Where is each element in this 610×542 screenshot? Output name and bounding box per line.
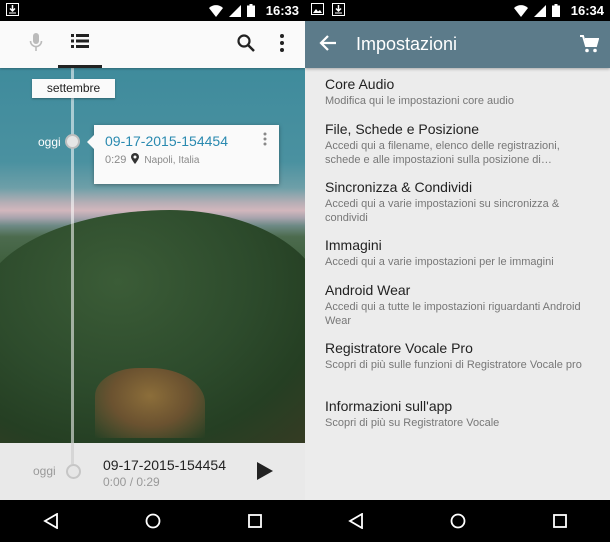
- settings-item-subtitle: Accedi qui a tutte le impostazioni rigua…: [325, 301, 581, 327]
- settings-item-core-audio[interactable]: Core Audio Modifica qui le impostazioni …: [325, 76, 595, 108]
- nav-recents-icon[interactable]: [247, 514, 262, 528]
- app-toolbar: [0, 21, 305, 68]
- recording-location: Napoli, Italia: [144, 154, 200, 166]
- play-icon: [256, 462, 274, 485]
- recording-card[interactable]: 09-17-2015-154454 0:29 Napoli, Italia: [87, 125, 279, 184]
- month-label: settembre: [32, 79, 115, 98]
- search-icon: [236, 34, 256, 57]
- nav-home-icon[interactable]: [145, 513, 161, 529]
- settings-item-title: Registratore Vocale Pro: [325, 340, 473, 356]
- play-button[interactable]: [256, 461, 274, 486]
- player-progress: 0:00 / 0:29: [103, 475, 160, 489]
- download-icon: [6, 3, 19, 19]
- signal-icon: [534, 4, 546, 20]
- recording-duration: 0:29: [105, 154, 127, 166]
- left-screen: 16:33 settembre oggi 09-17-2015-154454 0…: [0, 0, 305, 542]
- cart-icon: [579, 35, 600, 58]
- wifi-icon: [514, 4, 528, 20]
- settings-item-subtitle: Accedi qui a varie impostazioni per le i…: [325, 256, 554, 268]
- image-icon: [311, 3, 324, 19]
- settings-item-subtitle: Accedi qui a varie impostazioni su sincr…: [325, 198, 560, 224]
- system-nav-bar: [305, 500, 610, 542]
- settings-item-immagini[interactable]: Immagini Accedi qui a varie impostazioni…: [325, 237, 595, 269]
- settings-item-registratore-vocale-pro[interactable]: Registratore Vocale Pro Scopri di più su…: [325, 340, 595, 372]
- day-label: oggi: [38, 135, 61, 149]
- store-button[interactable]: [579, 34, 600, 59]
- download-icon: [332, 3, 345, 19]
- card-menu-button[interactable]: [263, 132, 267, 151]
- settings-item-title: File, Schede e Posizione: [325, 121, 480, 137]
- settings-item-title: Immagini: [325, 237, 382, 253]
- nav-recents-icon[interactable]: [552, 514, 567, 528]
- overflow-menu-button[interactable]: [279, 33, 285, 58]
- player-title: 09-17-2015-154454: [103, 457, 226, 473]
- list-icon: [71, 33, 89, 53]
- settings-item-subtitle: Scopri di più sulle funzioni di Registra…: [325, 359, 582, 371]
- wifi-icon: [209, 4, 223, 20]
- search-button[interactable]: [236, 33, 256, 58]
- settings-item-title: Core Audio: [325, 76, 395, 92]
- settings-item-sincronizza-condividi[interactable]: Sincronizza & Condividi Accedi qui a var…: [325, 179, 595, 225]
- status-time: 16:33: [265, 3, 299, 18]
- timeline-dot: [65, 134, 80, 149]
- mic-icon: [29, 32, 43, 57]
- settings-item-subtitle: Modifica qui le impostazioni core audio: [325, 95, 514, 107]
- tab-record[interactable]: [14, 21, 58, 68]
- settings-item-title: Informazioni sull'app: [325, 398, 453, 414]
- nav-back-icon[interactable]: [43, 513, 59, 529]
- status-time: 16:34: [570, 3, 604, 18]
- settings-item-informazioni-app[interactable]: Informazioni sull'app Scopri di più su R…: [325, 398, 595, 430]
- player-timeline-dot: [66, 464, 81, 479]
- status-bar: 16:33: [0, 0, 305, 21]
- tab-recordings[interactable]: [58, 21, 102, 68]
- system-nav-bar: [0, 500, 305, 542]
- more-icon: [263, 132, 267, 150]
- settings-toolbar: Impostazioni: [305, 21, 610, 68]
- battery-icon: [552, 4, 560, 20]
- more-icon: [279, 34, 285, 57]
- nav-back-icon[interactable]: [348, 513, 364, 529]
- nav-home-icon[interactable]: [450, 513, 466, 529]
- right-screen: 16:34 Impostazioni Core Audio Modifica q…: [305, 0, 610, 542]
- battery-icon: [247, 4, 255, 20]
- status-bar: 16:34: [305, 0, 610, 21]
- settings-item-android-wear[interactable]: Android Wear Accedi qui a tutte le impos…: [325, 282, 595, 328]
- settings-item-title: Sincronizza & Condividi: [325, 179, 473, 195]
- back-arrow-icon: [319, 35, 337, 56]
- player-day-label: oggi: [33, 464, 56, 478]
- settings-item-subtitle: Accedi qui a filename, elenco delle regi…: [325, 140, 560, 166]
- settings-item-subtitle: Scopri di più su Registratore Vocale: [325, 417, 500, 429]
- recording-title: 09-17-2015-154454: [105, 133, 228, 149]
- back-button[interactable]: [319, 34, 337, 57]
- mini-player: oggi 09-17-2015-154454 0:00 / 0:29: [0, 443, 305, 500]
- page-title: Impostazioni: [356, 34, 458, 54]
- timeline-line: [71, 68, 74, 443]
- signal-icon: [229, 4, 241, 20]
- settings-item-file-schede-posizione[interactable]: File, Schede e Posizione Accedi qui a fi…: [325, 121, 595, 167]
- location-pin-icon: [131, 153, 140, 167]
- settings-item-title: Android Wear: [325, 282, 411, 298]
